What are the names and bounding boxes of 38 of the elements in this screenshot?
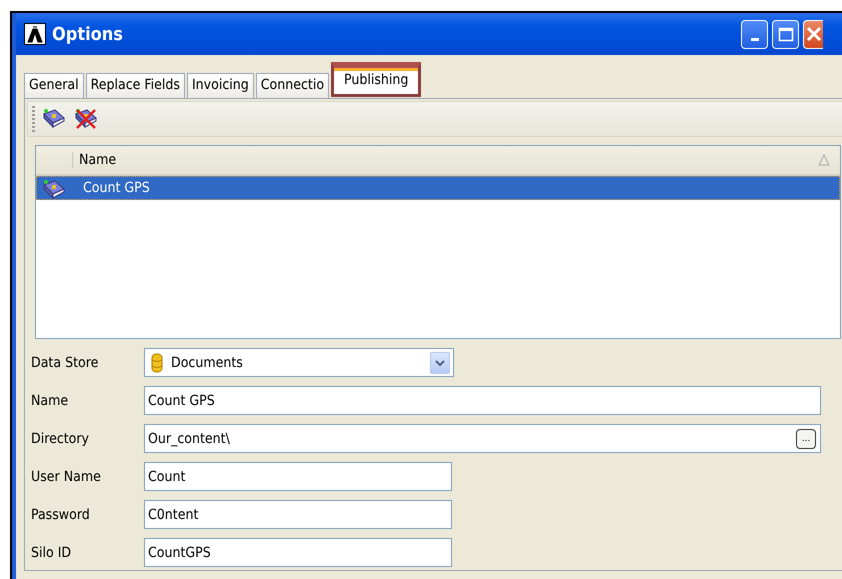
field-label: Directory [31, 430, 90, 446]
app-icon [24, 23, 46, 45]
dropdown[interactable]: Documents [144, 348, 454, 377]
text-field[interactable]: Count GPS [144, 386, 821, 415]
text-field[interactable]: C0ntent [144, 500, 452, 529]
text-field[interactable]: CountGPS [144, 538, 452, 567]
field-value: Our_content\ [148, 430, 230, 446]
book-icon [41, 106, 67, 130]
chevron-down-icon [435, 358, 445, 366]
text-field[interactable]: Our_content\ ... [144, 424, 821, 453]
book-delete-icon [73, 106, 99, 130]
field-label: User Name [31, 468, 102, 484]
field-label: Data Store [31, 354, 100, 370]
maximize-button[interactable] [772, 20, 799, 48]
sort-icon [818, 154, 830, 166]
row-text: Count GPS [83, 180, 150, 196]
list-row[interactable]: Count GPS [36, 176, 840, 200]
close-icon [806, 26, 822, 42]
window-title: Options [52, 24, 124, 44]
tab[interactable]: General [24, 73, 84, 98]
maximize-icon [778, 26, 794, 42]
database-icon [151, 352, 163, 372]
dropdown-value: Documents [171, 354, 244, 370]
dropdown-arrow-button[interactable] [430, 352, 450, 374]
field-label: Name [31, 392, 70, 408]
close-button[interactable] [803, 20, 823, 48]
field-label: Password [31, 506, 91, 522]
book-icon [41, 177, 67, 199]
browse-button[interactable]: ... [796, 428, 816, 448]
tab[interactable]: Publishing [331, 62, 422, 97]
tab[interactable]: Connectio [256, 73, 330, 98]
minimize-icon [750, 38, 758, 40]
text-field[interactable]: Count [144, 462, 452, 491]
tab[interactable]: Invoicing [186, 73, 254, 98]
toolbar-grip [32, 106, 35, 132]
field-label: Silo ID [31, 544, 72, 560]
minimize-button[interactable] [741, 20, 768, 48]
tab[interactable]: Replace Fields [86, 73, 185, 98]
